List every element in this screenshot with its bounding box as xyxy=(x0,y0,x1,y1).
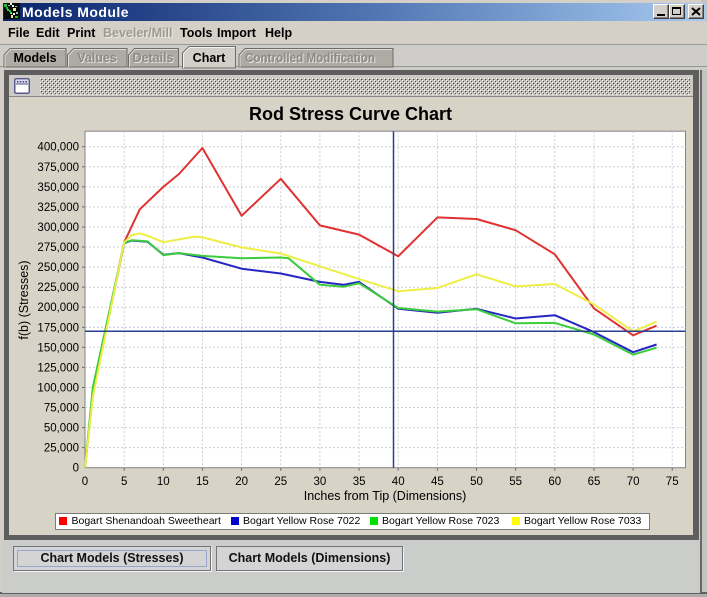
svg-text:10: 10 xyxy=(157,476,170,488)
svg-text:40: 40 xyxy=(392,476,405,488)
svg-text:200,000: 200,000 xyxy=(37,302,79,314)
svg-text:400,000: 400,000 xyxy=(37,142,79,154)
svg-text:15: 15 xyxy=(196,476,209,488)
svg-text:375,000: 375,000 xyxy=(37,162,79,174)
svg-text:250,000: 250,000 xyxy=(37,262,79,274)
svg-text:275,000: 275,000 xyxy=(37,242,79,254)
svg-text:5: 5 xyxy=(121,476,127,488)
svg-text:Inches from Tip (Dimensions): Inches from Tip (Dimensions) xyxy=(304,489,467,503)
svg-text:70: 70 xyxy=(627,476,640,488)
svg-text:f(b) (Stresses): f(b) (Stresses) xyxy=(17,260,31,339)
svg-text:0: 0 xyxy=(82,476,88,488)
svg-text:225,000: 225,000 xyxy=(37,282,79,294)
svg-text:35: 35 xyxy=(353,476,366,488)
svg-text:100,000: 100,000 xyxy=(37,383,79,395)
svg-text:30: 30 xyxy=(314,476,327,488)
svg-text:300,000: 300,000 xyxy=(37,222,79,234)
svg-text:25,000: 25,000 xyxy=(44,443,79,455)
svg-text:0: 0 xyxy=(73,463,79,475)
svg-text:125,000: 125,000 xyxy=(37,362,79,374)
svg-text:75: 75 xyxy=(666,476,679,488)
svg-text:55: 55 xyxy=(509,476,522,488)
svg-text:60: 60 xyxy=(548,476,561,488)
svg-text:50,000: 50,000 xyxy=(44,423,79,435)
svg-text:350,000: 350,000 xyxy=(37,182,79,194)
svg-text:25: 25 xyxy=(274,476,287,488)
svg-text:75,000: 75,000 xyxy=(44,403,79,415)
svg-text:150,000: 150,000 xyxy=(37,342,79,354)
svg-text:65: 65 xyxy=(588,476,601,488)
svg-text:20: 20 xyxy=(235,476,248,488)
svg-text:45: 45 xyxy=(431,476,444,488)
svg-text:50: 50 xyxy=(470,476,483,488)
svg-text:175,000: 175,000 xyxy=(37,322,79,334)
svg-text:325,000: 325,000 xyxy=(37,202,79,214)
